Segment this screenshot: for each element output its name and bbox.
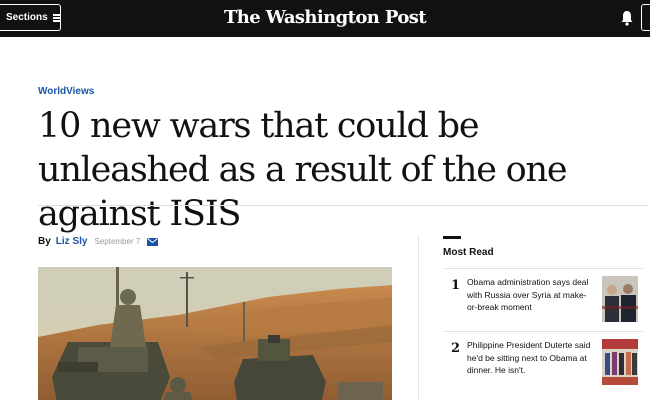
most-read-accent — [443, 236, 461, 239]
byline-prefix: By — [38, 236, 51, 247]
account-button[interactable] — [641, 4, 650, 31]
most-read-item-2[interactable]: 2 Philippine President Duterte said he'd… — [443, 331, 643, 385]
most-read-rank: 2 — [451, 341, 461, 356]
most-read-item-1[interactable]: 1 Obama administration says deal with Ru… — [443, 268, 643, 322]
section-kicker[interactable]: WorldViews — [38, 86, 94, 97]
column-divider — [418, 235, 419, 400]
author-link[interactable]: Liz Sly — [56, 236, 88, 247]
most-read-headline[interactable]: Obama administration says deal with Russ… — [467, 276, 595, 314]
byline: By Liz Sly September 7 — [38, 236, 159, 247]
top-nav-bar: Sections The Washington Post — [0, 0, 650, 37]
article-headline: 10 new wars that could be unleashed as a… — [38, 106, 568, 234]
most-read-title: Most Read — [443, 247, 494, 258]
bell-icon[interactable] — [619, 9, 635, 27]
publish-date: September 7 — [94, 237, 141, 246]
header-divider — [38, 205, 648, 206]
site-logo[interactable]: The Washington Post — [0, 7, 650, 28]
mail-icon[interactable] — [147, 237, 159, 246]
most-read-headline[interactable]: Philippine President Duterte said he'd b… — [467, 339, 595, 377]
most-read-rank: 1 — [451, 278, 461, 293]
most-read-thumbnail[interactable] — [602, 276, 638, 322]
most-read-thumbnail[interactable] — [602, 339, 638, 385]
lead-photo[interactable] — [38, 267, 392, 400]
